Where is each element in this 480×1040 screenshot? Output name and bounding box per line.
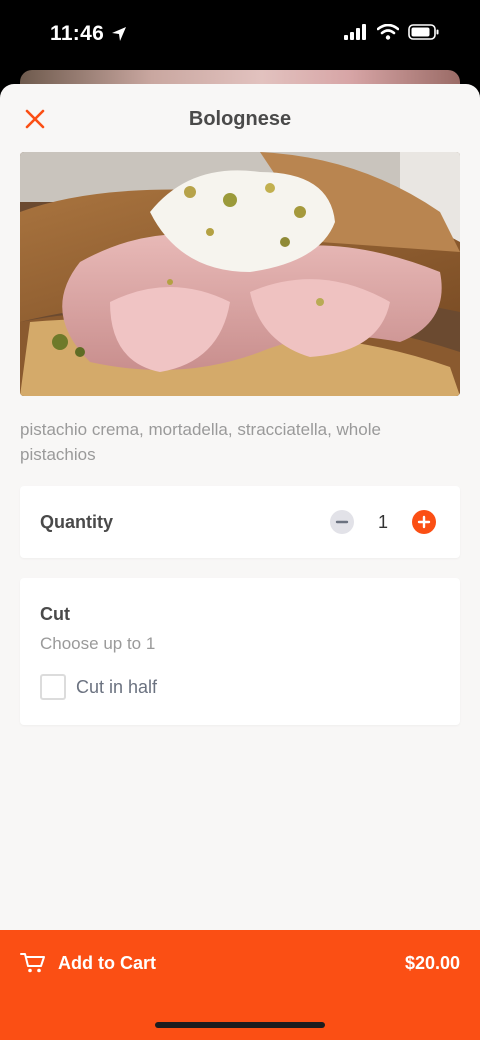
sheet-header: Bolognese — [0, 84, 480, 154]
minus-icon — [335, 520, 349, 524]
quantity-card: Quantity 1 — [20, 486, 460, 558]
cart-icon — [20, 953, 45, 973]
cut-subtitle: Choose up to 1 — [40, 634, 156, 653]
wifi-icon — [377, 24, 399, 40]
location-arrow-icon — [112, 27, 127, 41]
quantity-label: Quantity — [40, 512, 114, 532]
status-icons — [344, 24, 440, 40]
signal-icon — [344, 24, 366, 40]
home-indicator — [155, 1022, 325, 1028]
item-detail-sheet: Bolognese pistachio crema, mortadella, s… — [0, 84, 480, 1040]
battery-icon — [408, 24, 439, 40]
product-image — [20, 152, 460, 396]
product-description: pistachio crema, mortadella, stracciatel… — [20, 420, 381, 464]
quantity-stepper: 1 — [330, 510, 436, 534]
cart-price: $20.00 — [404, 953, 460, 973]
increase-quantity-button[interactable] — [412, 510, 436, 534]
cut-in-half-label: Cut in half — [76, 676, 158, 697]
page-title: Bolognese — [188, 108, 292, 130]
quantity-value: 1 — [377, 511, 388, 532]
plus-icon — [417, 515, 431, 529]
add-to-cart-label: Add to Cart — [58, 952, 156, 973]
cut-options-card: Cut Choose up to 1 Cut in half — [20, 578, 460, 725]
cut-title: Cut — [40, 604, 70, 624]
cut-in-half-checkbox[interactable] — [40, 674, 66, 700]
add-to-cart-left: Add to Cart — [20, 952, 156, 974]
add-to-cart-button[interactable]: Add to Cart $20.00 — [0, 930, 480, 1040]
cut-in-half-option[interactable]: Cut in half — [40, 674, 157, 700]
status-bar: 11:46 — [0, 0, 480, 72]
status-time-group: 11:46 — [50, 22, 128, 46]
status-time: 11:46 — [50, 22, 105, 45]
decrease-quantity-button[interactable] — [330, 510, 354, 534]
